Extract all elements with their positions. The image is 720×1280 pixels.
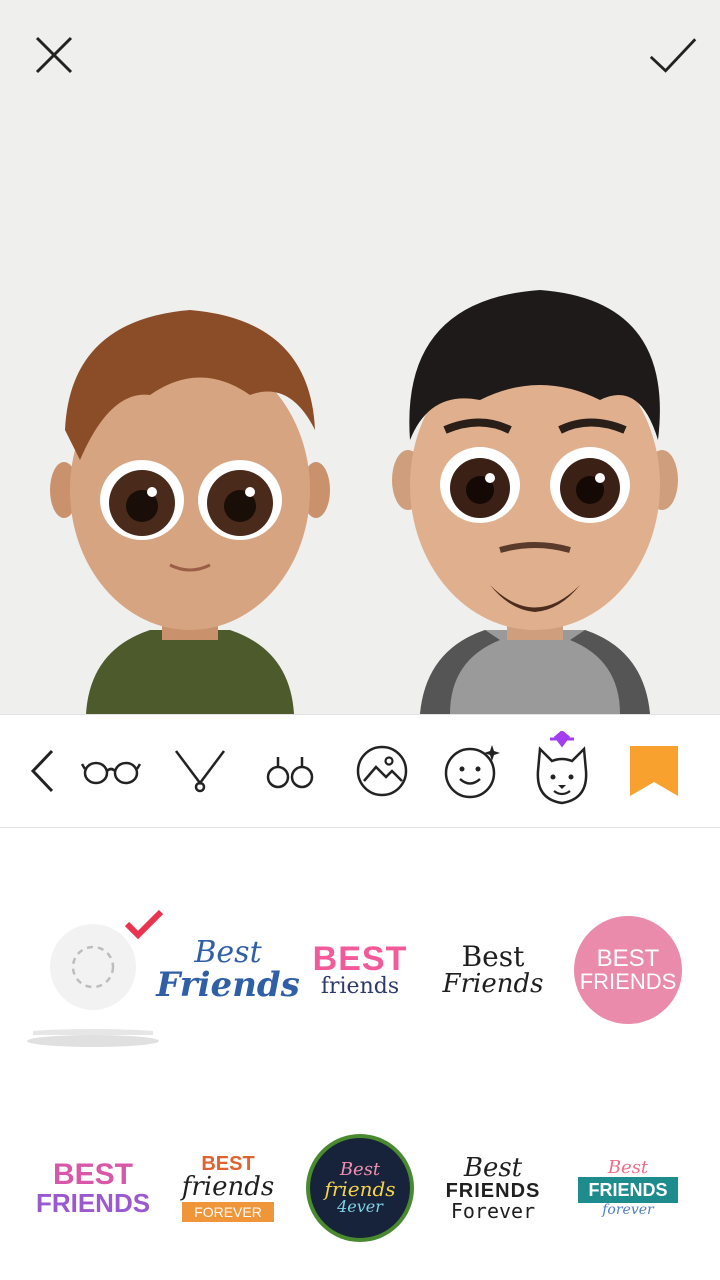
sticker-best-friends-1[interactable]: Best Friends <box>156 910 300 1030</box>
sticker-best-friends-4[interactable]: BEST FRIENDS <box>568 910 688 1030</box>
sticker-text-line: friends <box>324 1177 396 1201</box>
pet-dog-icon <box>536 731 588 805</box>
sticker-best-friends-2[interactable]: BEST friends <box>300 910 420 1030</box>
sticker-best-friends-forever-2[interactable]: Best FRIENDS Forever <box>433 1128 553 1248</box>
sticker-text-line: BEST <box>201 1153 255 1175</box>
sticker-text-line: FRIENDS <box>578 1177 678 1203</box>
sticker-best-friends-4ever[interactable]: Best friends 4ever <box>300 1128 420 1248</box>
sticker-text-line: friends <box>320 974 400 999</box>
premium-gem-icon <box>550 731 574 748</box>
avatar-preview <box>0 0 720 714</box>
sticker-grid: Best Friends BEST friends Best Friends B… <box>0 828 720 1280</box>
sticker-best-friends-forever-1[interactable]: BEST friends FOREVER <box>168 1128 288 1248</box>
back-button[interactable] <box>18 715 68 827</box>
background-icon <box>356 745 408 797</box>
tab-necklace[interactable] <box>170 715 230 827</box>
confirm-button[interactable] <box>648 30 698 80</box>
sticker-best-friends-5[interactable]: BEST FRIENDS <box>33 1128 153 1248</box>
sticker-text-line: friends <box>181 1172 275 1202</box>
tab-earrings[interactable] <box>260 715 320 827</box>
tab-glasses[interactable] <box>78 715 144 827</box>
necklace-icon <box>175 750 225 793</box>
sticker-text-line: Best <box>194 935 262 970</box>
bookmark-icon <box>630 746 678 796</box>
accessory-toolbar <box>0 714 720 828</box>
tab-background[interactable] <box>350 715 414 827</box>
sticker-text-line: 4ever <box>337 1197 383 1216</box>
sticker-text-line: FRIENDS <box>445 1180 541 1202</box>
tab-emoji[interactable] <box>440 715 504 827</box>
avatar-left <box>50 310 330 714</box>
sticker-text-line: Best <box>607 1157 649 1178</box>
sticker-best-friends-forever-3[interactable]: Best FRIENDS forever <box>568 1128 688 1248</box>
check-icon <box>649 38 697 73</box>
glasses-icon <box>81 761 141 785</box>
sticker-text-line: Friends <box>156 965 300 1005</box>
emoji-face-icon <box>444 745 500 799</box>
sticker-text-line: BEST <box>312 940 408 978</box>
selected-check-icon <box>124 909 164 940</box>
avatar-right <box>392 290 678 714</box>
sticker-text-line: FRIENDS <box>35 1188 151 1218</box>
sticker-text-line: forever <box>602 1202 654 1218</box>
sticker-best-friends-3[interactable]: Best Friends <box>433 910 553 1030</box>
earrings-icon <box>266 757 314 789</box>
sticker-text-line: Forever <box>450 1199 536 1223</box>
tab-pets[interactable] <box>528 715 596 827</box>
sticker-text-line: BEST <box>596 945 660 972</box>
tab-stickers-selected[interactable] <box>622 715 686 827</box>
sticker-text-line: BEST <box>52 1158 133 1191</box>
close-icon <box>35 36 73 74</box>
sticker-text-line: Best <box>463 1153 523 1183</box>
selection-shadow <box>27 1035 159 1047</box>
sticker-text-line: FOREVER <box>181 1202 275 1222</box>
sticker-text-line: FRIENDS <box>579 969 677 994</box>
back-chevron-icon <box>30 749 54 793</box>
sticker-text-line: Friends <box>442 969 544 999</box>
sticker-text-line: Best <box>461 940 525 973</box>
close-button[interactable] <box>29 30 79 80</box>
